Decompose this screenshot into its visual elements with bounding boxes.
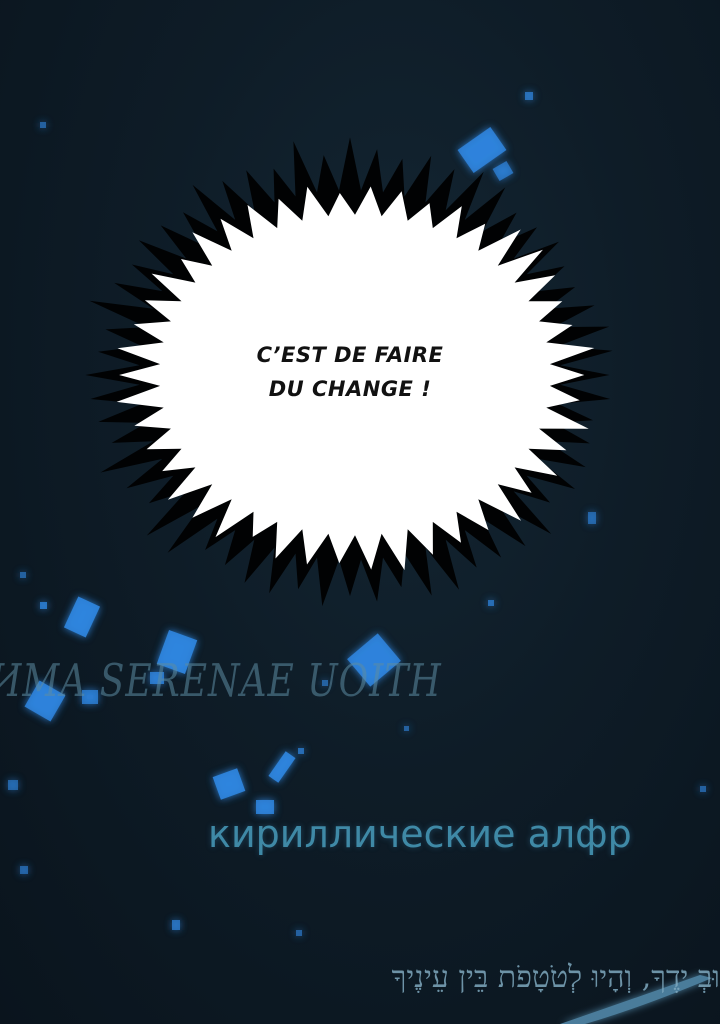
particle	[488, 600, 494, 606]
particle	[268, 751, 296, 783]
speech-line-2: DU CHANGE !	[268, 377, 432, 401]
particle	[492, 160, 514, 182]
speech-bubble-text: C’EST DE FAIRE DU CHANGE !	[230, 338, 470, 406]
particle	[525, 92, 533, 100]
particle	[20, 572, 26, 578]
particle	[298, 748, 304, 754]
particle	[40, 602, 47, 609]
hebrew-background-text: וּבְ ידֶךָ, וְהָיוּ לְטֹטָפֹת בֵּין עֵינ…	[391, 960, 720, 995]
cyrillic-background-text: кириллические алфр	[208, 812, 632, 856]
speech-line-1: C’EST DE FAIRE	[256, 343, 444, 367]
particle	[8, 780, 18, 790]
particle	[20, 866, 28, 874]
particle	[700, 786, 706, 792]
particle	[172, 920, 180, 930]
particle	[40, 122, 46, 128]
particle	[404, 726, 409, 731]
particle	[588, 512, 596, 524]
comic-panel	[8, 92, 712, 1024]
particle	[212, 768, 246, 800]
particle	[63, 596, 101, 638]
runic-background-text: ИMA SERENAE UOITH	[0, 656, 442, 708]
particle	[296, 930, 302, 936]
